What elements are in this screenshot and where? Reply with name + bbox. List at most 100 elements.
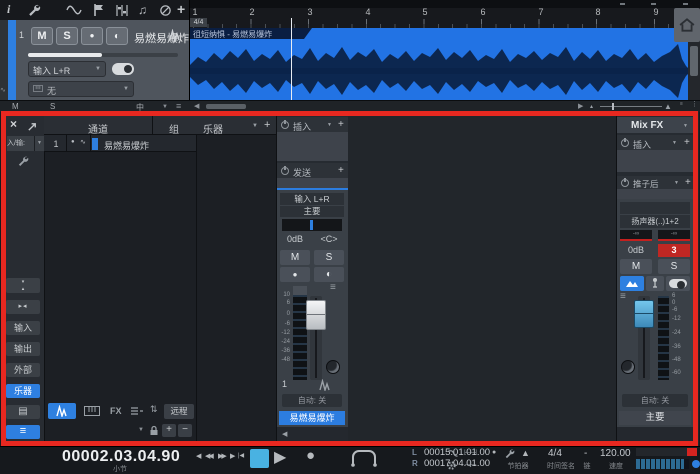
main-cue-knob[interactable] xyxy=(621,360,635,374)
main-solo-button[interactable]: S xyxy=(658,259,690,274)
meter-view-button[interactable] xyxy=(48,403,76,419)
strip-gain-value[interactable]: 0dB xyxy=(280,234,310,244)
group-column-header[interactable]: 组 xyxy=(152,121,196,136)
channel-arm-icon[interactable]: ● xyxy=(71,139,75,145)
strip-cue-knob[interactable] xyxy=(326,360,340,374)
console-close-icon[interactable]: × xyxy=(10,117,17,131)
collapse-horizontal-button[interactable]: ▸◂ xyxy=(6,300,40,314)
main-layers-icon[interactable]: ≡ xyxy=(620,293,626,301)
mixfx-chevron[interactable]: ▼ xyxy=(683,123,688,129)
strip-layers-icon[interactable]: ≡ xyxy=(330,284,336,292)
record-button[interactable]: ● xyxy=(306,447,315,464)
bus-view-icon[interactable] xyxy=(130,406,144,416)
nudge-back-button[interactable]: ◀ xyxy=(196,452,201,460)
strip-arm-button[interactable]: ● xyxy=(280,267,310,282)
main-mono-button[interactable] xyxy=(620,276,644,291)
inserts-slot-area[interactable] xyxy=(277,132,348,161)
channel-column-header[interactable]: 通道 xyxy=(44,121,152,136)
console-filter-chevron[interactable]: ▼ xyxy=(34,136,44,151)
fx-view-button[interactable]: FX xyxy=(110,406,122,416)
main-talkback-button[interactable] xyxy=(646,276,664,291)
strip-pan-value[interactable]: <C> xyxy=(314,234,344,244)
preroll-icon[interactable] xyxy=(447,449,459,458)
strip-mute-button[interactable]: M xyxy=(280,250,310,265)
strip-name-label[interactable]: 易燃易爆炸 xyxy=(279,411,345,425)
nudge-forward-button[interactable]: ▶ xyxy=(230,452,235,460)
metronome-setup-icon[interactable] xyxy=(504,448,515,459)
io-view-icon[interactable]: ⇅ xyxy=(150,404,158,415)
main-fader-cap[interactable] xyxy=(634,300,654,328)
play-button[interactable]: ▶ xyxy=(274,447,286,467)
return-to-start-button[interactable]: |◀ xyxy=(238,452,244,459)
inserts-chevron[interactable]: ▼ xyxy=(327,122,332,128)
main-inserts-power[interactable] xyxy=(621,139,629,147)
keyboard-view-icon[interactable] xyxy=(84,406,100,416)
strip-fader-cap[interactable] xyxy=(306,300,326,330)
console-detach-icon[interactable] xyxy=(27,121,38,132)
inserts-add[interactable]: + xyxy=(338,119,344,130)
main-inserts-add[interactable]: + xyxy=(684,137,690,148)
strip-output-select[interactable]: 主要 xyxy=(280,206,344,217)
tempo-value[interactable]: 120.00 xyxy=(600,448,631,459)
show-external-button[interactable]: 外部 xyxy=(6,363,40,377)
list-chevron-icon[interactable]: ▼ xyxy=(138,427,144,433)
show-instruments-button[interactable]: 乐器 xyxy=(6,384,40,398)
rewind-button[interactable]: ◀◀ xyxy=(205,452,212,460)
main-device-select[interactable]: 扬声器(..)1+2 xyxy=(620,215,690,228)
strip-solo-button[interactable]: S xyxy=(314,250,344,265)
loop-button[interactable] xyxy=(346,449,382,468)
main-peak-left[interactable]: -∞ xyxy=(620,230,652,241)
time-signature-value[interactable]: 4/4 xyxy=(548,448,562,459)
main-post-chevron[interactable]: ▼ xyxy=(674,180,679,186)
main-peak-right[interactable]: -∞ xyxy=(658,230,690,241)
swing-value[interactable]: - xyxy=(584,448,587,459)
collapse-vertical-button[interactable]: ▾▴ xyxy=(6,278,40,293)
sends-power-icon[interactable] xyxy=(281,167,289,175)
main-gain-value[interactable]: 0dB xyxy=(620,245,652,255)
main-mute-button[interactable]: M xyxy=(620,259,652,274)
punch-in-icon[interactable]: ⊢⊣ xyxy=(464,448,476,457)
channel-color-chip[interactable] xyxy=(92,138,98,150)
add-channel-button[interactable]: + xyxy=(162,424,176,437)
strip-input-select[interactable]: 输入 L+R xyxy=(280,193,344,205)
banks-rack-button[interactable]: ▤ xyxy=(6,405,40,419)
main-post-power[interactable] xyxy=(621,179,629,187)
channel-row-name[interactable]: 易燃易爆炸 xyxy=(104,139,149,152)
strip-meter-icon[interactable] xyxy=(318,379,332,391)
sends-slot-area[interactable] xyxy=(277,178,348,188)
main-automation-mode[interactable]: 自动: 关 xyxy=(622,394,688,407)
main-clip-indicator[interactable]: 3 xyxy=(658,244,690,257)
main-post-add[interactable]: + xyxy=(685,177,691,188)
stop-button[interactable] xyxy=(250,449,269,468)
channel-list-toggle-button[interactable]: ≡ xyxy=(6,425,40,439)
inserts-power-icon[interactable] xyxy=(281,121,289,129)
main-inserts-chevron[interactable]: ▼ xyxy=(672,140,677,146)
strip-monitor-button[interactable]: ◐ xyxy=(314,267,344,282)
metronome-icon[interactable]: ▲ xyxy=(521,448,530,458)
fast-forward-button[interactable]: ▶▶ xyxy=(218,452,225,460)
strip-footer-arrow[interactable]: ◀ xyxy=(282,430,287,438)
main-scale-tick: -60 xyxy=(672,370,688,376)
strip-pan-handle[interactable] xyxy=(310,220,313,230)
settings-gear-icon[interactable] xyxy=(446,460,457,471)
instrument-panel-chevron[interactable]: ▼ xyxy=(252,123,258,129)
show-inputs-button[interactable]: 输入 xyxy=(6,321,40,335)
main-monitor-toggle[interactable] xyxy=(666,276,690,291)
main-name-label[interactable]: 主要 xyxy=(619,411,691,425)
precount-icon[interactable]: ● xyxy=(492,449,496,456)
punch-out-icon[interactable]: ⊣⊢ xyxy=(464,460,476,469)
show-outputs-button[interactable]: 输出 xyxy=(6,342,40,356)
main-monitor-select[interactable] xyxy=(620,202,690,214)
main-inserts-slots[interactable] xyxy=(617,150,694,172)
loop-end-value[interactable]: 00017.04.01.00 xyxy=(424,458,490,469)
channel-automation-icon[interactable]: ∿ xyxy=(80,138,86,146)
console-wrench-icon[interactable] xyxy=(17,155,29,167)
strip-automation-mode[interactable]: 自动: 关 xyxy=(282,394,342,407)
remove-channel-button[interactable]: − xyxy=(178,424,192,437)
instrument-panel-add[interactable]: + xyxy=(264,119,270,131)
sends-add[interactable]: + xyxy=(338,165,344,176)
remote-button[interactable]: 远程 xyxy=(164,404,194,419)
main-post-slots[interactable] xyxy=(617,189,694,199)
console-filter-select[interactable]: 入/输: xyxy=(7,136,34,151)
lock-icon[interactable] xyxy=(149,425,159,436)
